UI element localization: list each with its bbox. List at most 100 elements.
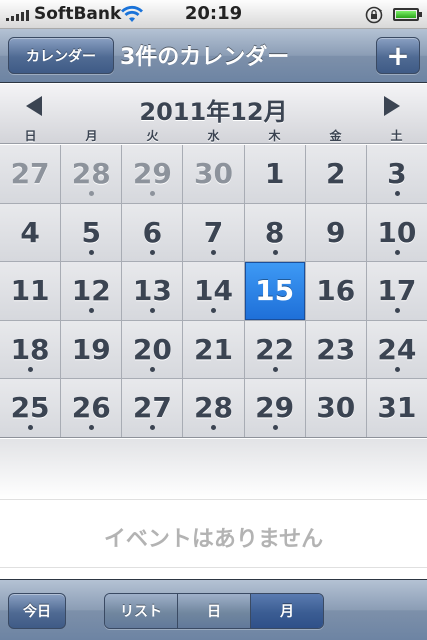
month-title: 2011年12月 xyxy=(139,98,288,126)
no-events-label: イベントはありません xyxy=(103,527,324,552)
weekday-label: 日 xyxy=(24,129,37,143)
day-number: 28 xyxy=(71,157,111,190)
calendar-day-selected[interactable]: 15 xyxy=(244,262,305,320)
event-indicator-dot xyxy=(394,308,400,314)
calendar-day[interactable]: 17 xyxy=(366,262,427,320)
calendars-button[interactable]: カレンダー xyxy=(8,37,114,74)
calendar-day[interactable]: 27 xyxy=(0,145,61,203)
calendar-day[interactable]: 26 xyxy=(61,379,122,437)
event-indicator-dot xyxy=(211,308,217,314)
segment-day[interactable]: 日 xyxy=(178,594,251,628)
calendar-day[interactable]: 4 xyxy=(0,203,61,262)
calendar-day[interactable]: 23 xyxy=(305,320,366,379)
event-indicator-dot xyxy=(272,425,278,431)
event-indicator-dot xyxy=(150,366,156,372)
day-number: 28 xyxy=(194,391,233,425)
day-number: 2 xyxy=(326,157,346,190)
today-button[interactable]: 今日 xyxy=(8,593,66,629)
weekday-label: 月 xyxy=(85,129,98,143)
event-indicator-dot xyxy=(150,425,156,431)
day-number: 11 xyxy=(10,274,50,308)
day-number: 16 xyxy=(316,274,356,308)
event-indicator-dot xyxy=(28,366,34,372)
event-indicator-dot xyxy=(150,191,156,196)
day-number: 24 xyxy=(377,332,417,366)
event-indicator-dot xyxy=(89,425,95,431)
calendar-day[interactable]: 31 xyxy=(366,379,427,437)
calendar-day[interactable]: 30 xyxy=(183,145,244,203)
calendar-day[interactable]: 22 xyxy=(244,320,305,379)
day-number: 12 xyxy=(71,274,111,308)
event-indicator-dot xyxy=(89,249,95,255)
calendar-day[interactable]: 5 xyxy=(61,203,122,262)
calendar-day[interactable]: 6 xyxy=(122,203,183,262)
calendar-day[interactable]: 29 xyxy=(122,145,183,203)
view-mode-segmented-control: リスト 日 月 xyxy=(104,593,324,629)
weekday-row: 日 月 火 水 木 金 土 xyxy=(0,127,427,143)
day-number: 20 xyxy=(132,332,172,366)
calendar-day[interactable]: 27 xyxy=(122,379,183,437)
calendar-day[interactable]: 9 xyxy=(305,203,366,262)
grid-shadow xyxy=(0,439,427,499)
day-number: 30 xyxy=(194,157,233,190)
calendar-day[interactable]: 29 xyxy=(244,379,305,437)
battery-icon xyxy=(393,8,422,21)
segment-month[interactable]: 月 xyxy=(251,594,323,628)
divider xyxy=(0,567,427,568)
calendar-day[interactable]: 24 xyxy=(366,320,427,379)
day-number: 9 xyxy=(326,215,346,249)
event-indicator-dot xyxy=(272,249,278,255)
month-header: 2011年12月 日 月 火 水 木 金 土 xyxy=(0,84,427,144)
day-number: 10 xyxy=(377,215,417,249)
rotation-lock-icon xyxy=(365,6,383,24)
status-time: 20:19 xyxy=(184,3,243,24)
day-number: 14 xyxy=(194,274,233,308)
day-number: 29 xyxy=(132,157,172,190)
calendar-day[interactable]: 13 xyxy=(122,262,183,320)
event-indicator-dot xyxy=(394,191,400,196)
calendar-day[interactable]: 21 xyxy=(183,320,244,379)
event-indicator-dot xyxy=(150,308,156,314)
calendar-day[interactable]: 30 xyxy=(305,379,366,437)
day-number: 30 xyxy=(316,391,356,425)
calendar-day[interactable]: 19 xyxy=(61,320,122,379)
bottom-toolbar: 今日 リスト 日 月 xyxy=(0,579,427,640)
segment-list[interactable]: リスト xyxy=(105,594,178,628)
calendar-day[interactable]: 14 xyxy=(183,262,244,320)
event-indicator-dot xyxy=(89,191,95,196)
weekday-label: 火 xyxy=(146,129,159,143)
calendar-day[interactable]: 10 xyxy=(366,203,427,262)
calendar-day[interactable]: 3 xyxy=(366,145,427,203)
calendar-day[interactable]: 1 xyxy=(244,145,305,203)
event-indicator-dot xyxy=(150,249,156,255)
event-list: イベントはありません xyxy=(0,499,427,579)
day-number: 27 xyxy=(132,391,172,425)
weekday-label: 金 xyxy=(329,129,342,143)
calendar-day[interactable]: 20 xyxy=(122,320,183,379)
day-number: 29 xyxy=(255,391,295,425)
navigation-bar: カレンダー 3件のカレンダー + xyxy=(0,29,427,83)
day-number: 19 xyxy=(71,332,111,366)
day-number: 23 xyxy=(316,332,356,366)
calendar-day[interactable]: 2 xyxy=(305,145,366,203)
add-event-button[interactable]: + xyxy=(376,37,420,74)
calendar-day[interactable]: 18 xyxy=(0,320,61,379)
weekday-label: 水 xyxy=(207,129,220,143)
calendar-day[interactable]: 8 xyxy=(244,203,305,262)
day-number: 21 xyxy=(194,332,233,366)
event-indicator-dot xyxy=(89,308,95,314)
calendar-day[interactable]: 12 xyxy=(61,262,122,320)
calendar-day[interactable]: 28 xyxy=(183,379,244,437)
calendar-day[interactable]: 28 xyxy=(61,145,122,203)
day-number: 6 xyxy=(142,215,163,249)
day-number: 13 xyxy=(132,274,172,308)
calendar-day[interactable]: 11 xyxy=(0,262,61,320)
chevron-right-icon[interactable] xyxy=(384,96,400,116)
event-indicator-dot xyxy=(211,425,217,431)
calendar-day[interactable]: 16 xyxy=(305,262,366,320)
calendar-day[interactable]: 7 xyxy=(183,203,244,262)
weekday-label: 土 xyxy=(390,129,403,143)
calendar-day[interactable]: 25 xyxy=(0,379,61,437)
calendar-grid: 27 28 29 30 1 2 3 4 5 6 7 8 9 10 11 12 13 14 15 16 17 18 19 20 2… xyxy=(0,145,427,438)
event-indicator-dot xyxy=(272,366,278,372)
